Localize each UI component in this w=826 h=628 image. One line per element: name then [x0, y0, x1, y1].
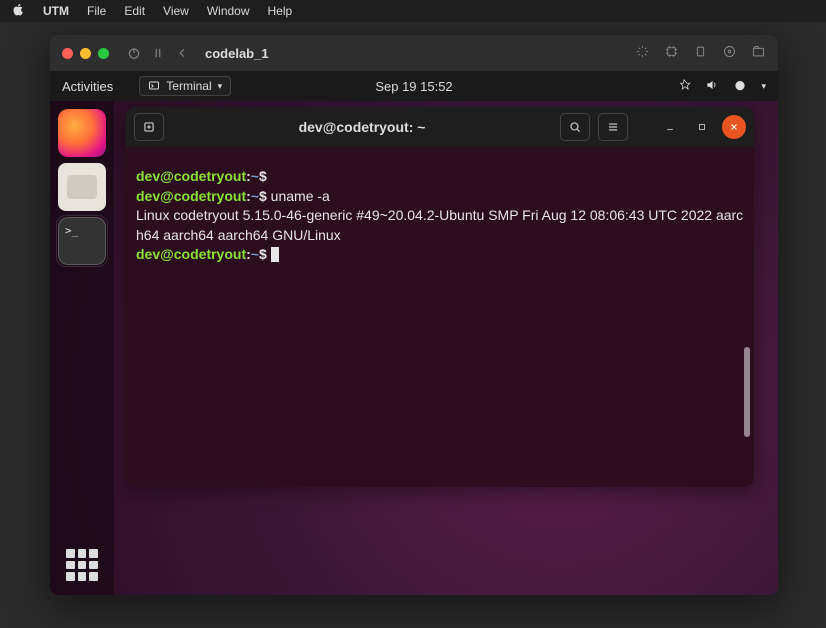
traffic-lights	[62, 48, 109, 59]
volume-icon[interactable]	[705, 78, 719, 95]
close-window-button[interactable]	[62, 48, 73, 59]
terminal-line: dev@codetryout:~$ uname -a	[136, 187, 744, 207]
dock-files-icon[interactable]	[58, 163, 106, 211]
disk-icon[interactable]	[722, 44, 737, 62]
menu-app-name[interactable]: UTM	[43, 4, 69, 18]
capture-icon[interactable]	[664, 44, 679, 62]
menu-view[interactable]: View	[163, 4, 189, 18]
terminal-body[interactable]: dev@codetryout:~$ dev@codetryout:~$ unam…	[126, 147, 754, 487]
hamburger-menu-button[interactable]	[598, 113, 628, 141]
dock-firefox-icon[interactable]	[58, 109, 106, 157]
new-tab-button[interactable]	[134, 113, 164, 141]
dock	[50, 101, 114, 595]
sparkle-icon[interactable]	[635, 44, 650, 62]
menu-edit[interactable]: Edit	[124, 4, 145, 18]
apple-icon[interactable]	[12, 3, 25, 19]
pause-icon[interactable]	[151, 46, 165, 60]
share-folder-icon[interactable]	[751, 44, 766, 62]
utm-vm-title: codelab_1	[205, 46, 269, 61]
terminal-line: Linux codetryout 5.15.0-46-generic #49~2…	[136, 206, 744, 245]
usb-icon[interactable]	[693, 44, 708, 62]
terminal-window: dev@codetryout: ~ dev@codetryout:~$ dev@…	[126, 107, 754, 487]
utm-window: codelab_1 Activities Terminal ▾ Sep 19 1…	[50, 35, 778, 595]
scrollbar[interactable]	[744, 347, 750, 437]
utm-titlebar: codelab_1	[50, 35, 778, 71]
app-indicator-label: Terminal	[166, 79, 211, 93]
macos-menubar: UTM File Edit View Window Help	[0, 0, 826, 22]
chevron-down-icon[interactable]: ▾	[761, 81, 766, 92]
back-icon[interactable]	[175, 46, 189, 60]
dock-apps-grid-icon[interactable]	[66, 549, 98, 581]
search-button[interactable]	[560, 113, 590, 141]
terminal-titlebar: dev@codetryout: ~	[126, 107, 754, 147]
dock-terminal-icon[interactable]	[58, 217, 106, 265]
terminal-title: dev@codetryout: ~	[172, 119, 552, 135]
close-button[interactable]	[722, 115, 746, 139]
power-icon[interactable]	[127, 46, 141, 60]
fullscreen-window-button[interactable]	[98, 48, 109, 59]
minimize-button[interactable]	[658, 115, 682, 139]
activities-button[interactable]: Activities	[62, 79, 113, 94]
clock[interactable]: Sep 19 15:52	[375, 79, 452, 94]
menu-help[interactable]: Help	[268, 4, 293, 18]
terminal-line: dev@codetryout:~$	[136, 245, 744, 265]
ubuntu-desktop: dev@codetryout: ~ dev@codetryout:~$ dev@…	[50, 101, 778, 595]
network-icon[interactable]	[677, 78, 691, 95]
menu-window[interactable]: Window	[207, 4, 250, 18]
maximize-button[interactable]	[690, 115, 714, 139]
minimize-window-button[interactable]	[80, 48, 91, 59]
terminal-line: dev@codetryout:~$	[136, 167, 744, 187]
power-menu-icon[interactable]	[733, 78, 747, 95]
app-indicator[interactable]: Terminal ▾	[139, 76, 231, 96]
gnome-topbar: Activities Terminal ▾ Sep 19 15:52 ▾	[50, 71, 778, 101]
menu-file[interactable]: File	[87, 4, 106, 18]
